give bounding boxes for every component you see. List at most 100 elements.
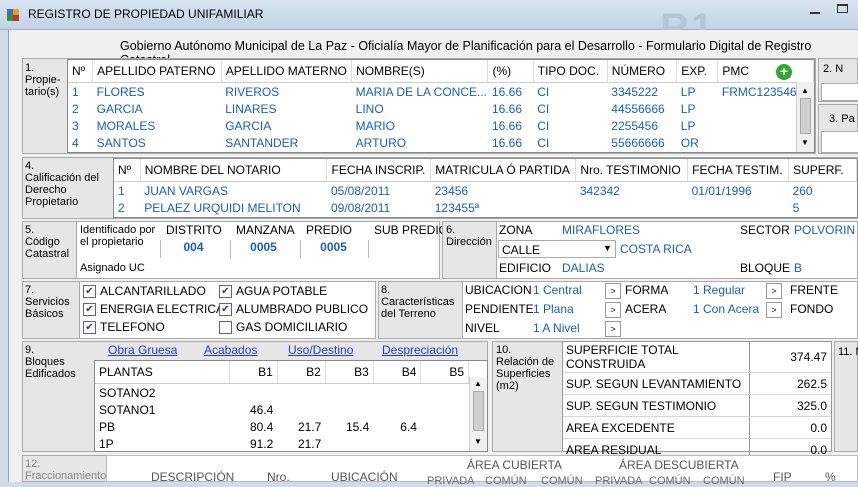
table-cell[interactable]: 1 xyxy=(114,182,140,200)
table-cell[interactable]: 80.4 xyxy=(229,418,277,435)
table-cell[interactable]: 55666666 xyxy=(607,134,676,151)
table-cell[interactable]: FLORES xyxy=(93,83,222,101)
table-cell[interactable]: LINARES xyxy=(221,100,351,117)
table-cell[interactable] xyxy=(325,435,373,451)
codigo-col-value[interactable]: 004 xyxy=(160,240,226,258)
table-cell[interactable]: 4 xyxy=(68,134,93,151)
checkbox-icon[interactable]: ✔ xyxy=(83,285,96,299)
col-header[interactable]: SUPERF. xyxy=(788,159,857,182)
table-row[interactable]: SOTANO1 46.4 xyxy=(95,401,469,418)
col-header[interactable]: APELLIDO MATERNO xyxy=(221,60,353,83)
checkbox-icon[interactable]: ✔ xyxy=(83,321,96,335)
table-cell[interactable]: SOTANO1 xyxy=(95,401,229,418)
servicio-checkbox[interactable]: ✔ ALUMBRADO PUBLICO xyxy=(219,302,368,317)
col-header[interactable]: B2 xyxy=(277,361,326,384)
table-row[interactable]: 2 GARCIA LINARES LINO 16.66 CI 44556666 LP xyxy=(68,100,814,117)
add-propietario-icon[interactable]: + xyxy=(776,64,792,80)
table-row[interactable]: 4 SANTOS SANTANDER ARTURO 16.66 CI 55666666 OR xyxy=(68,134,814,151)
table-cell[interactable] xyxy=(688,199,789,216)
table-cell[interactable]: 123455ª xyxy=(431,199,576,216)
table-cell[interactable]: 16.66 xyxy=(488,100,533,117)
notarios-grid[interactable]: Nº NOMBRE DEL NOTARIO FECHA INSCRIP. MATRIC… xyxy=(113,158,858,218)
bloques-tab-link[interactable]: Despreciación xyxy=(382,343,458,357)
table-cell[interactable]: 05/08/2011 xyxy=(327,182,431,200)
col-header[interactable]: Nro. TESTIMONIO xyxy=(575,159,689,182)
table-cell[interactable]: 342342 xyxy=(576,182,688,200)
table-cell[interactable]: 260 xyxy=(789,182,857,200)
table-cell[interactable] xyxy=(325,384,373,402)
table-cell[interactable]: PB xyxy=(95,418,229,435)
table-row[interactable]: PB 80.4 21.7 15.4 6.4 xyxy=(95,418,469,435)
via-value[interactable]: COSTA RICA xyxy=(620,242,692,256)
bloques-scrollbar[interactable]: ▲ ▼ xyxy=(469,377,487,451)
table-cell[interactable]: 21.7 xyxy=(277,435,325,451)
acera-select-button[interactable]: > xyxy=(766,302,782,318)
col-header[interactable]: Nº xyxy=(114,159,141,182)
col-header[interactable]: NOMBRE DEL NOTARIO xyxy=(140,159,328,182)
table-cell[interactable]: 15.4 xyxy=(325,418,373,435)
superficie-value[interactable]: 374.47 xyxy=(749,342,831,373)
table-cell[interactable]: 1P xyxy=(95,435,229,451)
table-cell[interactable]: 46.4 xyxy=(229,401,277,418)
table-row[interactable]: 1 JUAN VARGAS 05/08/2011 23456 342342 01/01/1… xyxy=(114,182,857,200)
col-header[interactable]: PLANTAS xyxy=(95,361,230,384)
bloques-tab-link[interactable]: Acabados xyxy=(204,343,257,357)
table-cell[interactable]: JUAN VARGAS xyxy=(140,182,327,200)
bloques-tab-link[interactable]: Obra Gruesa xyxy=(108,343,177,357)
codigo-col-value[interactable]: 0005 xyxy=(300,240,366,258)
table-cell[interactable]: CI xyxy=(533,83,607,101)
checkbox-icon[interactable]: ✔ xyxy=(219,303,232,317)
table-cell[interactable]: 2 xyxy=(68,100,93,117)
edificio-value[interactable]: DALIAS xyxy=(562,261,605,275)
via-type-select[interactable]: CALLE ▼ xyxy=(498,240,616,258)
table-cell[interactable]: SANTANDER xyxy=(221,134,351,151)
codigo-col-value[interactable] xyxy=(368,240,434,258)
table-cell[interactable]: 16.66 xyxy=(488,134,533,151)
table-row[interactable]: SOTANO2 xyxy=(95,384,469,402)
sector-value[interactable]: POLVORIN xyxy=(794,223,855,237)
pendiente-select-button[interactable]: > xyxy=(605,302,621,318)
servicio-checkbox[interactable]: ✔ AGUA POTABLE xyxy=(219,284,327,299)
table-cell[interactable] xyxy=(229,384,277,402)
col-header[interactable]: EXP. xyxy=(676,60,719,83)
table-cell[interactable] xyxy=(325,401,373,418)
col-header[interactable]: APELLIDO PATERNO xyxy=(92,60,222,83)
checkbox-icon[interactable] xyxy=(219,321,232,335)
table-cell[interactable]: SANTOS xyxy=(93,134,222,151)
table-cell[interactable]: LP xyxy=(677,117,718,134)
table-cell[interactable]: MORALES xyxy=(93,117,222,134)
table-cell[interactable] xyxy=(421,384,469,402)
superficie-value[interactable]: 325.0 xyxy=(749,394,831,417)
col-header[interactable]: NÚMERO xyxy=(607,60,678,83)
bloque-value[interactable]: B xyxy=(794,261,802,275)
table-cell[interactable]: 16.66 xyxy=(488,83,533,101)
table-cell[interactable]: 16.66 xyxy=(488,117,533,134)
table-cell[interactable]: 21.7 xyxy=(277,418,325,435)
table-cell[interactable]: CI xyxy=(533,100,607,117)
col-header[interactable]: B1 xyxy=(229,361,278,384)
col-header[interactable]: B5 xyxy=(420,361,469,384)
table-cell[interactable]: SOTANO2 xyxy=(95,384,229,402)
col-header[interactable]: PMC xyxy=(717,60,814,83)
table-cell[interactable] xyxy=(421,435,469,451)
table-cell[interactable]: RIVEROS xyxy=(221,83,351,101)
checkbox-icon[interactable]: ✔ xyxy=(83,303,96,317)
servicio-checkbox[interactable]: GAS DOMICILIARIO xyxy=(219,320,347,335)
table-cell[interactable]: LINO xyxy=(352,100,488,117)
table-cell[interactable]: 2 xyxy=(114,199,140,216)
table-cell[interactable] xyxy=(576,199,688,216)
superficie-value[interactable]: 262.5 xyxy=(749,372,831,395)
table-cell[interactable]: 3 xyxy=(68,117,93,134)
table-cell[interactable] xyxy=(277,401,325,418)
bloques-grid[interactable]: PLANTAS B1 B2 B3 B4 B5 SOTANO2 SOTANO1 46.4 PB 80.… xyxy=(94,360,488,452)
ubicacion-select-button[interactable]: > xyxy=(605,283,621,299)
col-header[interactable]: FECHA TESTIM. xyxy=(687,159,790,182)
table-cell[interactable] xyxy=(421,418,469,435)
col-header[interactable]: B3 xyxy=(325,361,374,384)
propietarios-grid[interactable]: Nº APELLIDO PATERNO APELLIDO MATERNO NOMBRE… xyxy=(67,59,815,153)
table-cell[interactable]: OR xyxy=(677,134,718,151)
servicio-checkbox[interactable]: ✔ ALCANTARILLADO xyxy=(83,284,206,299)
codigo-col-value[interactable]: 0005 xyxy=(230,240,296,258)
table-cell[interactable]: 1 xyxy=(68,83,93,101)
col-header[interactable]: NOMBRE(S) xyxy=(351,60,489,83)
